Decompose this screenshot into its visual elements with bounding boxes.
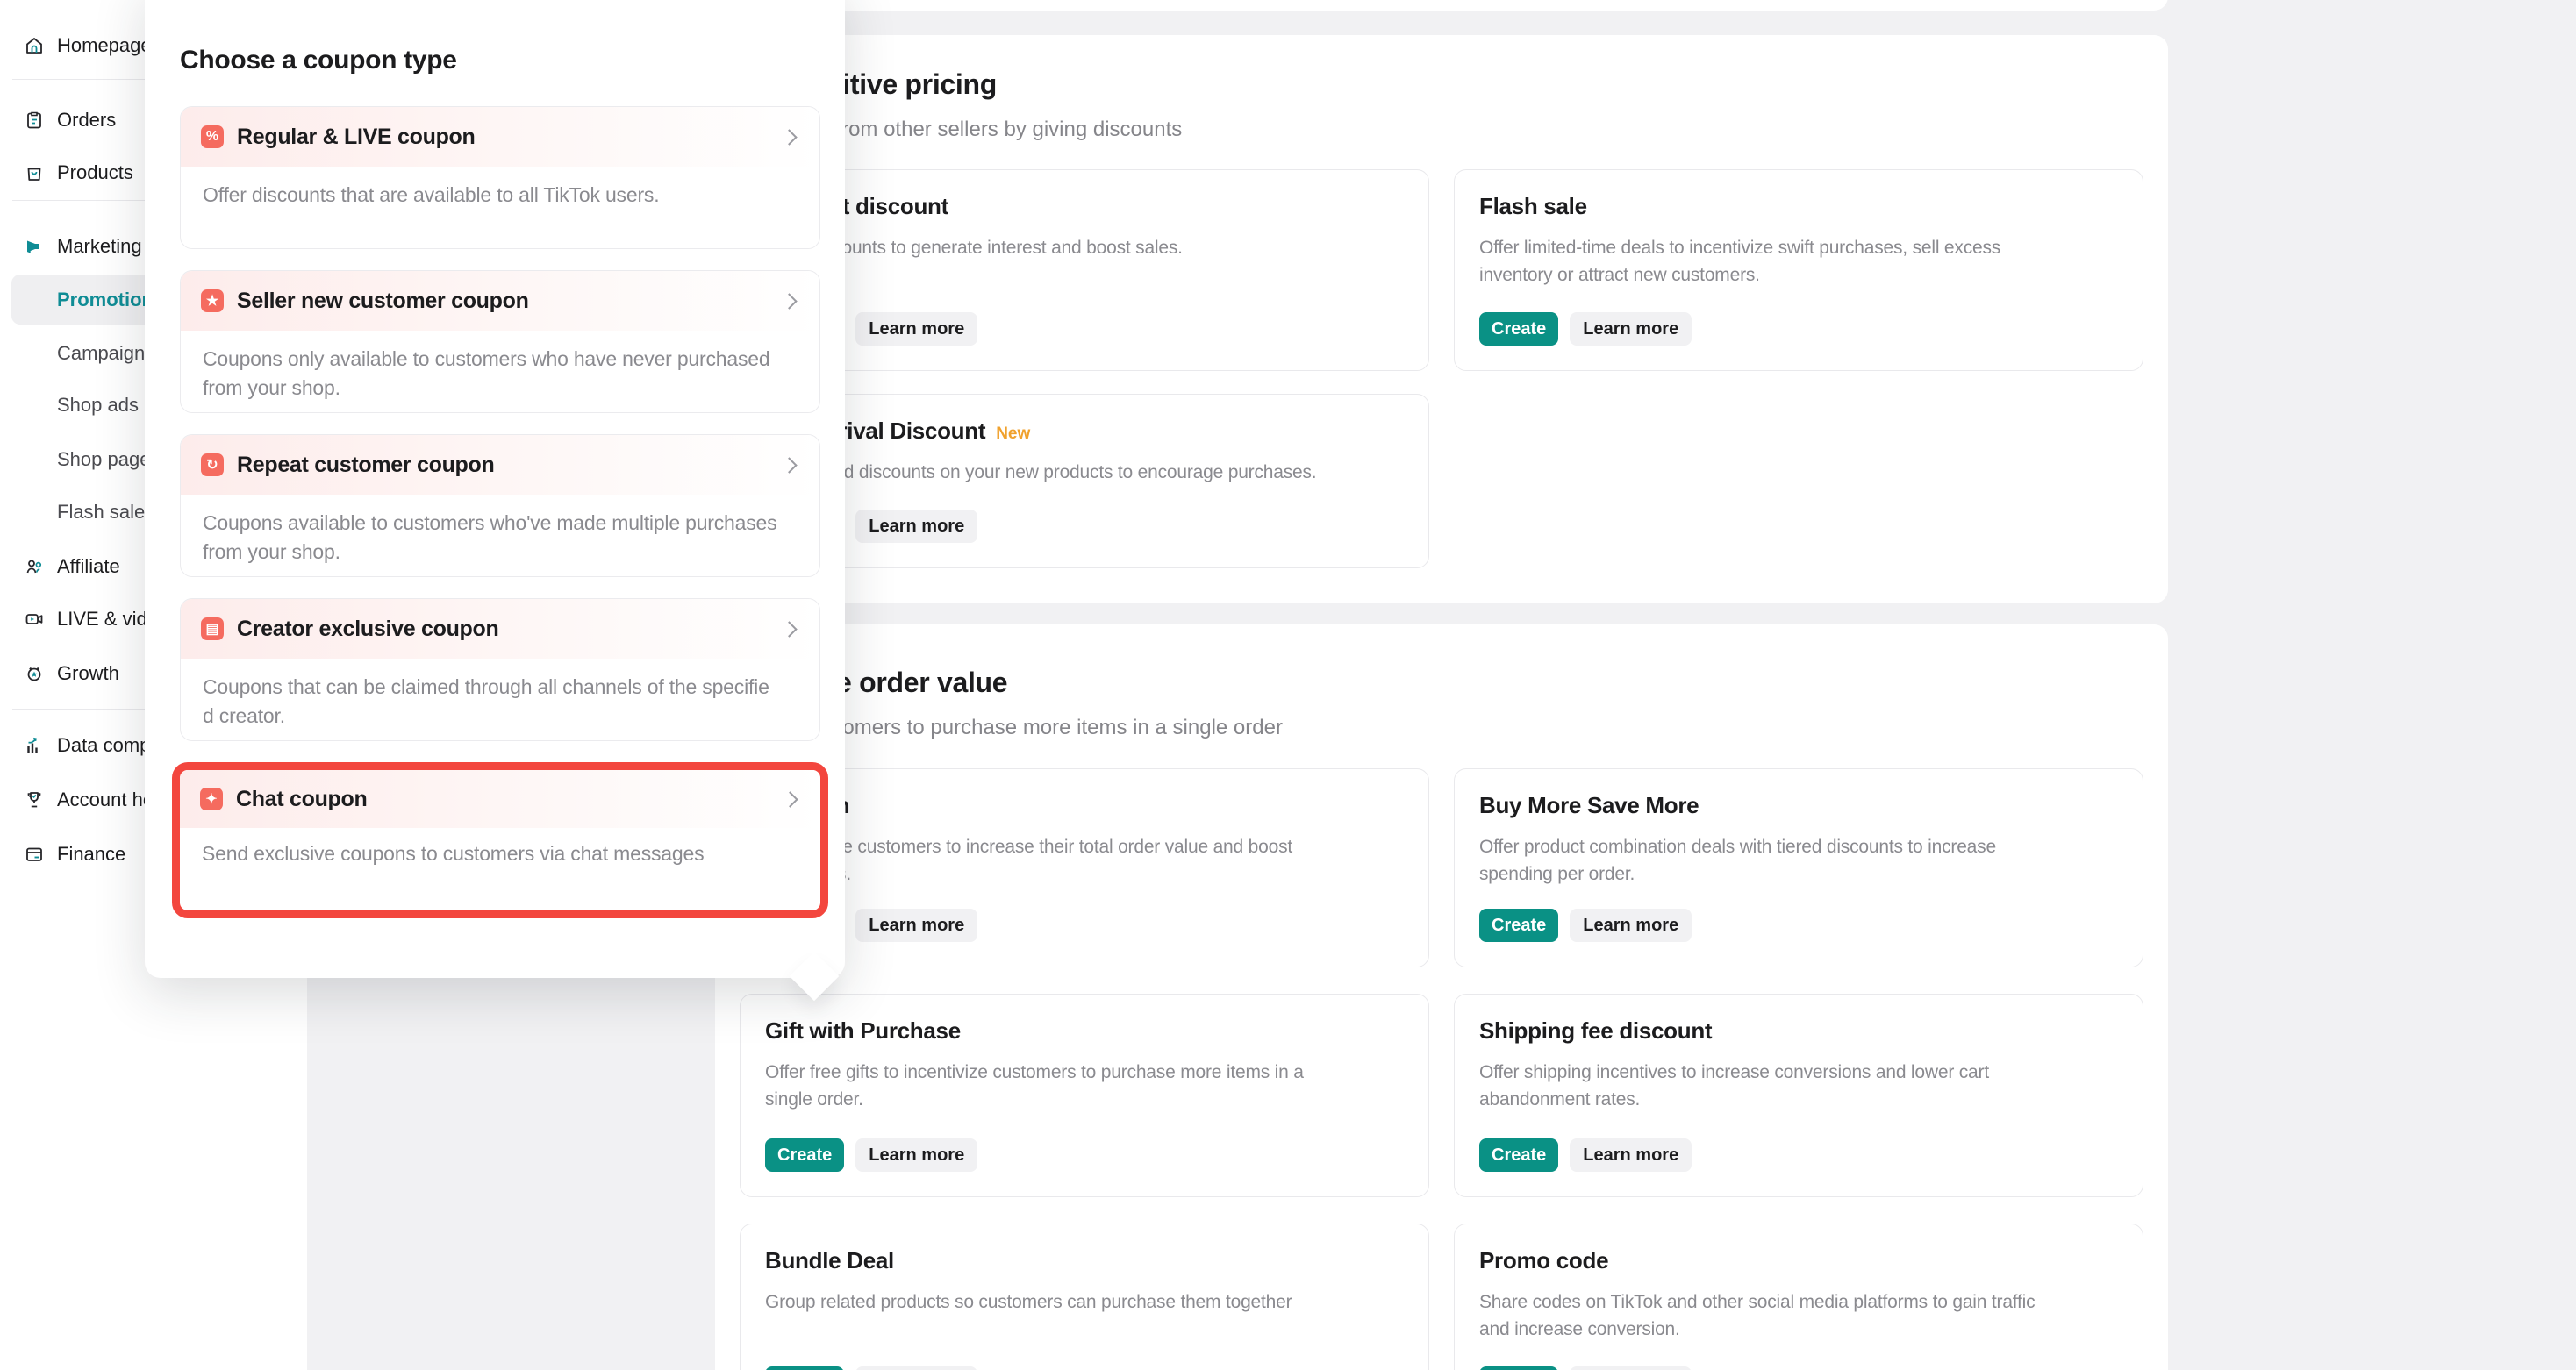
- learn-more-button[interactable]: Learn more: [1570, 312, 1692, 346]
- affiliate-icon: [24, 556, 45, 577]
- learn-more-button[interactable]: Learn more: [1570, 909, 1692, 942]
- sidebar-item-label: Shop page: [57, 448, 150, 471]
- section-heading: Competitive pricing: [740, 65, 2143, 103]
- card-flash-sale: Flash sale Offer limited-time deals to i…: [1454, 169, 2143, 371]
- option-description: Coupons that can be claimed through all …: [181, 659, 819, 731]
- coupon-percent-icon: %: [201, 125, 224, 148]
- chevron-right-icon: [781, 293, 797, 309]
- sidebar-item-label: Flash sale: [57, 501, 145, 524]
- option-description: Coupons available to customers who've ma…: [181, 495, 819, 567]
- option-header: ▤ Creator exclusive coupon: [181, 599, 819, 659]
- chevron-right-icon: [781, 621, 797, 637]
- section-subheading: Entice customers to purchase more items …: [740, 712, 2143, 744]
- sidebar-item-label: Finance: [57, 843, 125, 866]
- section-heading: Increase order value: [740, 663, 2143, 702]
- card-title: Gift with Purchase: [765, 1017, 961, 1045]
- option-title: Regular & LIVE coupon: [237, 125, 476, 150]
- home-icon: [24, 35, 45, 56]
- option-regular-live-coupon[interactable]: % Regular & LIVE coupon Offer discounts …: [180, 106, 820, 249]
- card-description: Encourage customers to increase their to…: [765, 833, 1404, 888]
- section-subheading: Stand out from other sellers by giving d…: [740, 114, 2143, 146]
- option-header: % Regular & LIVE coupon: [181, 107, 819, 167]
- marketing-icon: [24, 236, 45, 257]
- option-title: Seller new customer coupon: [237, 289, 529, 314]
- popover-title: Choose a coupon type: [180, 46, 820, 75]
- card-title: Promo code: [1479, 1247, 1608, 1274]
- new-badge: New: [996, 425, 1030, 444]
- coupon-chat-sparkle-icon: ✦: [200, 788, 223, 810]
- coupon-star-icon: ★: [201, 289, 224, 312]
- sidebar-item-label: Homepage: [57, 34, 152, 57]
- card-title: Bundle Deal: [765, 1247, 894, 1274]
- chevron-right-icon: [781, 129, 797, 145]
- create-button[interactable]: Create: [765, 1366, 844, 1370]
- learn-more-button[interactable]: Learn more: [855, 312, 977, 346]
- sidebar-item-label: Growth: [57, 662, 119, 685]
- create-button[interactable]: Create: [1479, 1366, 1558, 1370]
- card-description: Offer limited-time deals to incentivize …: [1479, 234, 2118, 289]
- learn-more-button[interactable]: Learn more: [1570, 1366, 1692, 1370]
- sidebar-item-label: Campaigns: [57, 342, 154, 365]
- option-header: ↻ Repeat customer coupon: [181, 435, 819, 495]
- sidebar-item-label: Products: [57, 161, 133, 184]
- section-competitive-pricing: Competitive pricing Stand out from other…: [715, 35, 2168, 603]
- card-title: Flash sale: [1479, 193, 1587, 220]
- sidebar-item-label: Affiliate: [57, 555, 120, 578]
- data-compass-icon: [24, 735, 45, 756]
- learn-more-button[interactable]: Learn more: [855, 1138, 977, 1172]
- card-description: Group related products so customers can …: [765, 1288, 1404, 1316]
- option-description: Coupons only available to customers who …: [181, 331, 819, 403]
- previous-panel-edge: [715, 0, 2168, 11]
- learn-more-button[interactable]: Learn more: [855, 510, 977, 543]
- option-chat-coupon-highlighted[interactable]: ✦ Chat coupon Send exclusive coupons to …: [172, 762, 828, 918]
- learn-more-button[interactable]: Learn more: [855, 909, 977, 942]
- products-icon: [24, 162, 45, 183]
- card-description: Offer free gifts to incentivize customer…: [765, 1059, 1404, 1113]
- card-gift-with-purchase: Gift with Purchase Offer free gifts to i…: [740, 994, 1429, 1197]
- card-description: Offer shipping incentives to increase co…: [1479, 1059, 2118, 1113]
- card-description: Offer product combination deals with tie…: [1479, 833, 2118, 888]
- option-creator-exclusive-coupon[interactable]: ▤ Creator exclusive coupon Coupons that …: [180, 598, 820, 741]
- card-title: Shipping fee discount: [1479, 1017, 1712, 1045]
- learn-more-button[interactable]: Learn more: [1570, 1138, 1692, 1172]
- coupon-creator-icon: ▤: [201, 617, 224, 640]
- sidebar-item-label: Orders: [57, 109, 116, 132]
- card-promo-code: Promo code Share codes on TikTok and oth…: [1454, 1224, 2143, 1370]
- coupon-repeat-customer-icon: ↻: [201, 453, 224, 476]
- card-shipping-fee-discount: Shipping fee discount Offer shipping inc…: [1454, 994, 2143, 1197]
- card-title: Buy More Save More: [1479, 792, 1699, 819]
- option-title: Creator exclusive coupon: [237, 617, 498, 642]
- option-description: Offer discounts that are available to al…: [181, 167, 819, 210]
- option-seller-new-customer-coupon[interactable]: ★ Seller new customer coupon Coupons onl…: [180, 270, 820, 413]
- create-button[interactable]: Create: [765, 1138, 844, 1172]
- create-button[interactable]: Create: [1479, 312, 1558, 346]
- option-header: ✦ Chat coupon: [180, 770, 820, 828]
- choose-coupon-type-popover: Choose a coupon type % Regular & LIVE co…: [145, 0, 845, 978]
- create-button[interactable]: Create: [1479, 909, 1558, 942]
- learn-more-button[interactable]: Learn more: [855, 1366, 977, 1370]
- chevron-right-icon: [781, 457, 797, 473]
- card-bundle-deal: Bundle Deal Group related products so cu…: [740, 1224, 1429, 1370]
- account-health-icon: [24, 789, 45, 810]
- growth-icon: [24, 663, 45, 684]
- finance-icon: [24, 844, 45, 865]
- card-description: Offer timed discounts on your new produc…: [765, 459, 1404, 486]
- card-description: Share codes on TikTok and other social m…: [1479, 1288, 2118, 1343]
- sidebar-item-label: Shop ads: [57, 394, 139, 417]
- option-title: Chat coupon: [236, 787, 367, 812]
- option-repeat-customer-coupon[interactable]: ↻ Repeat customer coupon Coupons availab…: [180, 434, 820, 577]
- live-video-icon: [24, 609, 45, 630]
- section-increase-order-value: Increase order value Entice customers to…: [715, 624, 2168, 1370]
- sidebar-item-label: Marketing: [57, 235, 142, 258]
- option-title: Repeat customer coupon: [237, 453, 494, 478]
- chevron-right-icon: [782, 791, 798, 807]
- card-description: Offer discounts to generate interest and…: [765, 234, 1404, 261]
- orders-icon: [24, 110, 45, 131]
- option-description: Send exclusive coupons to customers via …: [180, 828, 820, 868]
- card-buy-more-save-more: Buy More Save More Offer product combina…: [1454, 768, 2143, 967]
- option-header: ★ Seller new customer coupon: [181, 271, 819, 331]
- create-button[interactable]: Create: [1479, 1138, 1558, 1172]
